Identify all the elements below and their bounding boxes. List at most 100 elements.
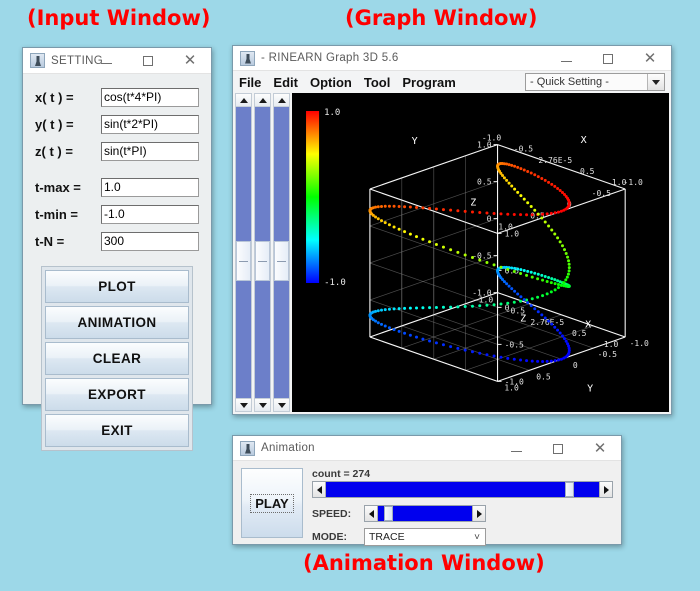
tmax-field-label: t-max = bbox=[35, 180, 81, 195]
setting-titlebar[interactable]: SETTING ✕ bbox=[23, 48, 211, 74]
scroll-up-icon[interactable] bbox=[274, 94, 289, 107]
x-expression-input[interactable]: cos(t*4*PI) bbox=[101, 88, 199, 107]
svg-text:-0.5: -0.5 bbox=[505, 340, 524, 349]
animation-button[interactable]: ANIMATION bbox=[45, 306, 189, 339]
maximize-button[interactable] bbox=[127, 48, 169, 73]
svg-text:1.0: 1.0 bbox=[477, 141, 492, 150]
exit-button[interactable]: EXIT bbox=[45, 414, 189, 447]
scroll-thumb[interactable] bbox=[274, 240, 289, 281]
play-button-label: PLAY bbox=[250, 493, 294, 513]
minimize-button[interactable] bbox=[495, 436, 537, 461]
scrollbar-rotate-z[interactable] bbox=[273, 93, 290, 412]
speed-slider[interactable] bbox=[364, 505, 486, 522]
minimize-icon bbox=[100, 63, 112, 64]
plot-button[interactable]: PLOT bbox=[45, 270, 189, 303]
animation-window: Animation ✕ PLAY count = 274 SPEED: MODE… bbox=[232, 435, 622, 546]
y-expression-input[interactable]: sin(t*2*PI) bbox=[101, 115, 199, 134]
x-field-label: x( t ) = bbox=[35, 90, 74, 105]
scroll-track[interactable] bbox=[274, 107, 289, 398]
frame-slider-thumb[interactable] bbox=[565, 482, 575, 497]
svg-text:-0.5: -0.5 bbox=[514, 145, 533, 154]
frame-slider[interactable] bbox=[312, 481, 613, 498]
menu-edit[interactable]: Edit bbox=[273, 75, 298, 90]
scroll-track[interactable] bbox=[255, 107, 270, 398]
svg-text:0: 0 bbox=[573, 361, 578, 370]
svg-text:0: 0 bbox=[487, 215, 492, 224]
animation-window-title: Animation bbox=[261, 442, 315, 454]
minimize-button[interactable] bbox=[85, 48, 127, 73]
setting-body: x( t ) = cos(t*4*PI) y( t ) = sin(t*2*PI… bbox=[23, 74, 211, 451]
scrollbar-rotate-x[interactable] bbox=[235, 93, 252, 412]
svg-text:0: 0 bbox=[505, 303, 510, 312]
setting-window-controls: ✕ bbox=[85, 48, 211, 73]
menu-tool[interactable]: Tool bbox=[364, 75, 390, 90]
close-button[interactable]: ✕ bbox=[579, 436, 621, 461]
minimize-button[interactable] bbox=[545, 46, 587, 71]
arrow-left-icon[interactable] bbox=[365, 506, 378, 521]
close-button[interactable]: ✕ bbox=[629, 46, 671, 71]
svg-text:-0.5: -0.5 bbox=[598, 350, 617, 359]
chevron-down-icon bbox=[647, 74, 664, 90]
graph-titlebar[interactable]: - RINEARN Graph 3D 5.6 ✕ bbox=[233, 46, 671, 71]
speed-row: SPEED: bbox=[312, 505, 613, 522]
tn-field-label: t-N = bbox=[35, 234, 65, 249]
mode-value: TRACE bbox=[369, 531, 405, 543]
arrow-left-icon[interactable] bbox=[313, 482, 326, 497]
field-row-x: x( t ) = cos(t*4*PI) bbox=[35, 84, 199, 111]
count-label: count = 274 bbox=[312, 468, 371, 480]
play-button[interactable]: PLAY bbox=[241, 468, 303, 538]
java-coffee-icon bbox=[240, 50, 255, 66]
colorbar bbox=[306, 111, 320, 283]
quick-setting-dropdown[interactable]: - Quick Setting - bbox=[525, 73, 665, 91]
svg-text:-0.5: -0.5 bbox=[472, 252, 491, 261]
scroll-thumb[interactable] bbox=[236, 240, 251, 281]
scroll-track[interactable] bbox=[236, 107, 251, 398]
plot-3d-svg: 1.0 -1.0 -1.0 -0.5 2.76E-5 0.5 1.0 -1.0 -0.5 2.… bbox=[306, 108, 649, 394]
z-expression-input[interactable]: sin(t*PI) bbox=[101, 142, 199, 161]
animation-titlebar[interactable]: Animation ✕ bbox=[233, 436, 621, 461]
field-row-tn: t-N = 300 bbox=[35, 228, 199, 255]
tmin-input[interactable]: -1.0 bbox=[101, 205, 199, 224]
field-row-tmin: t-min = -1.0 bbox=[35, 201, 199, 228]
z-field-label: z( t ) = bbox=[35, 144, 73, 159]
maximize-button[interactable] bbox=[537, 436, 579, 461]
svg-text:-1.0: -1.0 bbox=[505, 377, 524, 386]
maximize-button[interactable] bbox=[587, 46, 629, 71]
speed-slider-thumb[interactable] bbox=[383, 506, 393, 521]
clear-button[interactable]: CLEAR bbox=[45, 342, 189, 375]
scroll-up-icon[interactable] bbox=[255, 94, 270, 107]
arrow-right-icon[interactable] bbox=[472, 506, 485, 521]
minimize-icon bbox=[510, 451, 522, 452]
menu-option[interactable]: Option bbox=[310, 75, 352, 90]
svg-text:Z: Z bbox=[470, 198, 476, 209]
tn-input[interactable]: 300 bbox=[101, 232, 199, 251]
speed-label: SPEED: bbox=[312, 507, 352, 520]
graph-canvas[interactable]: 1.0 -1.0 -1.0 -0.5 2.76E-5 0.5 1.0 -1.0 -0.5 2.… bbox=[292, 93, 669, 412]
scroll-down-icon[interactable] bbox=[274, 398, 289, 411]
menu-program[interactable]: Program bbox=[402, 75, 455, 90]
y-field-label: y( t ) = bbox=[35, 117, 74, 132]
svg-text:Z: Z bbox=[520, 314, 526, 325]
close-button[interactable]: ✕ bbox=[169, 48, 211, 73]
speed-slider-track[interactable] bbox=[378, 506, 472, 521]
animation-body: PLAY count = 274 SPEED: MODE: TRACE ˅ bbox=[233, 462, 621, 546]
frame-slider-track[interactable] bbox=[326, 482, 599, 497]
speed-slider-wrap bbox=[364, 505, 486, 522]
scroll-thumb[interactable] bbox=[255, 240, 270, 281]
svg-text:2.76E-5: 2.76E-5 bbox=[530, 318, 564, 327]
menu-file[interactable]: File bbox=[239, 75, 261, 90]
graph-main-area: 1.0 -1.0 -1.0 -0.5 2.76E-5 0.5 1.0 -1.0 -0.5 2.… bbox=[235, 93, 669, 412]
setting-window: SETTING ✕ x( t ) = cos(t*4*PI) y( t ) = … bbox=[22, 47, 212, 451]
scroll-up-icon[interactable] bbox=[236, 94, 251, 107]
svg-text:X: X bbox=[585, 320, 591, 331]
caption-animation-window: (Animation Window) bbox=[303, 551, 545, 575]
arrow-right-icon[interactable] bbox=[599, 482, 612, 497]
scrollbar-rotate-y[interactable] bbox=[254, 93, 271, 412]
mode-dropdown[interactable]: TRACE ˅ bbox=[364, 528, 486, 546]
scroll-down-icon[interactable] bbox=[236, 398, 251, 411]
minimize-icon bbox=[560, 61, 572, 62]
scroll-down-icon[interactable] bbox=[255, 398, 270, 411]
export-button[interactable]: EXPORT bbox=[45, 378, 189, 411]
tmax-input[interactable]: 1.0 bbox=[101, 178, 199, 197]
svg-text:0.5: 0.5 bbox=[536, 372, 551, 381]
